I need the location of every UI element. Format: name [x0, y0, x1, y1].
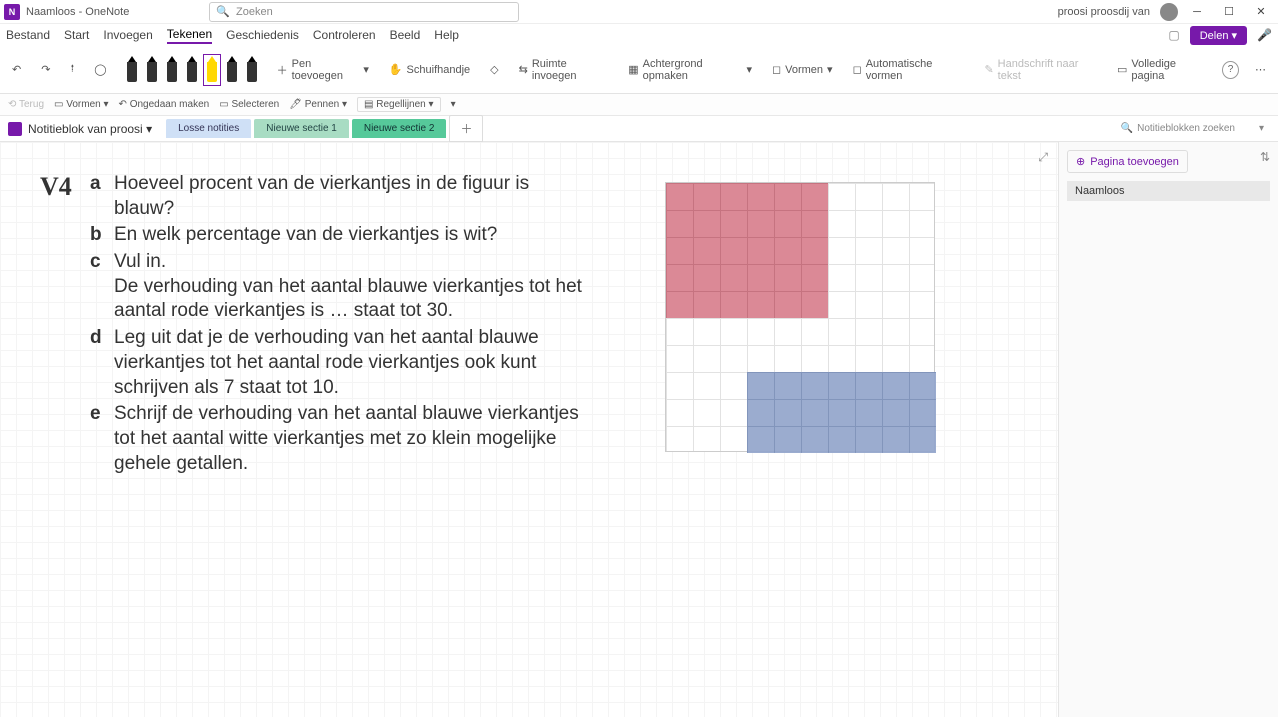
item-letter-a: a	[90, 172, 114, 221]
avatar[interactable]	[1160, 3, 1178, 21]
full-page-button[interactable]: ▭ Volledige pagina	[1113, 56, 1210, 84]
pen-gallery	[123, 56, 261, 84]
undo-button[interactable]: ↶	[8, 61, 25, 78]
qbar-pens[interactable]: 🖊 Pennen ▾	[289, 99, 347, 110]
lasso-button[interactable]: ◯	[90, 61, 110, 78]
item-letter-b: b	[90, 223, 114, 248]
menu-beeld[interactable]: Beeld	[390, 28, 421, 42]
eraser-button[interactable]: ◇	[486, 61, 502, 78]
menu-controleren[interactable]: Controleren	[313, 28, 376, 42]
question-number: V4	[40, 172, 90, 478]
page-list-panel: ⊕ Pagina toevoegen ⇅ Naamloos	[1058, 142, 1278, 717]
item-letter-c: c	[90, 250, 114, 324]
item-text-c: Vul in. De verhouding van het aantal bla…	[114, 250, 584, 324]
search-placeholder: Zoeken	[236, 6, 273, 18]
item-text-a: Hoeveel procent van de vierkantjes in de…	[114, 172, 584, 221]
qbar-undo[interactable]: ↶ Ongedaan maken	[119, 99, 210, 110]
more-button[interactable]: ⋯	[1251, 61, 1270, 78]
qbar-select[interactable]: ▭ Selecteren	[219, 99, 279, 110]
insert-space-button[interactable]: ⇆ Ruimte invoegen	[515, 56, 613, 84]
notebook-title[interactable]: Notitieblok van proosi ▾	[28, 122, 152, 136]
add-page-button[interactable]: ⊕ Pagina toevoegen	[1067, 150, 1188, 173]
title-bar: N Naamloos - OneNote 🔍 Zoeken proosi pro…	[0, 0, 1278, 24]
blue-block	[747, 372, 936, 453]
ink-to-text-button: ✎ Handschrift naar tekst	[980, 56, 1101, 84]
menu-tekenen[interactable]: Tekenen	[167, 27, 212, 44]
item-letter-d: d	[90, 326, 114, 400]
item-text-b: En welk percentage van de vierkantjes is…	[114, 223, 584, 248]
notebook-bar: Notitieblok van proosi ▾ Losse notities …	[0, 116, 1278, 142]
window-layout-icon[interactable]: ▢	[1168, 28, 1179, 42]
filter-icon[interactable]: ⇅	[1260, 150, 1270, 164]
menu-help[interactable]: Help	[434, 28, 459, 42]
qbar-more[interactable]: ▾	[451, 99, 456, 110]
share-button[interactable]: Delen ▾	[1190, 26, 1247, 45]
shapes-button[interactable]: ◻ Vormen ▾	[768, 61, 837, 78]
pen-purple[interactable]	[225, 56, 239, 84]
pan-button[interactable]: ✋ Schuifhandje	[385, 61, 474, 78]
section-tab-2[interactable]: Nieuwe sectie 1	[254, 119, 349, 138]
menu-bestand[interactable]: Bestand	[6, 28, 50, 42]
add-pen-button[interactable]: ＋ Pen toevoegen ▾	[273, 56, 373, 84]
main-area: ⤢ V4 aHoeveel procent van de vierkantjes…	[0, 142, 1278, 717]
page-item[interactable]: Naamloos	[1067, 181, 1270, 201]
pen-blue[interactable]	[165, 56, 179, 84]
notebook-search[interactable]: 🔍 Notitieblokken zoeken ▾	[1121, 123, 1270, 134]
page-canvas[interactable]: ⤢ V4 aHoeveel procent van de vierkantjes…	[0, 142, 1058, 717]
auto-shapes-button[interactable]: ◻ Automatische vormen	[849, 56, 969, 84]
item-letter-e: e	[90, 402, 114, 476]
quick-access-bar: ⟲ Terug ▭ Vormen ▾ ↶ Ongedaan maken ▭ Se…	[0, 94, 1278, 116]
ribbon: ↶ ↷ ⭫ ◯ ＋ Pen toevoegen ▾ ✋ Schuifhandje…	[0, 46, 1278, 94]
item-text-d: Leg uit dat je de verhouding van het aan…	[114, 326, 584, 400]
pen-pink[interactable]	[245, 56, 259, 84]
redo-button[interactable]: ↷	[37, 61, 54, 78]
notebook-icon	[8, 122, 22, 136]
search-icon: 🔍	[216, 5, 230, 18]
background-button[interactable]: ▦ Achtergrond opmaken ▾	[624, 56, 756, 84]
maximize-button[interactable]: ☐	[1216, 2, 1242, 22]
search-input[interactable]: 🔍 Zoeken	[209, 2, 519, 22]
pen-black[interactable]	[125, 56, 139, 84]
section-tab-1[interactable]: Losse notities	[166, 119, 251, 138]
grid-figure	[665, 182, 935, 452]
add-section-button[interactable]: ＋	[449, 115, 483, 142]
pen-green[interactable]	[185, 56, 199, 84]
menu-geschiedenis[interactable]: Geschiedenis	[226, 28, 299, 42]
window-title: Naamloos - OneNote	[26, 6, 129, 18]
user-name: proosi proosdij van	[1058, 6, 1150, 18]
qbar-ruled-lines[interactable]: ▤ Regellijnen ▾	[357, 97, 441, 112]
section-tab-3[interactable]: Nieuwe sectie 2	[352, 119, 447, 138]
expand-icon[interactable]: ⤢	[1038, 150, 1048, 165]
pointer-button[interactable]: ⭫	[66, 58, 78, 81]
menu-invoegen[interactable]: Invoegen	[103, 28, 152, 42]
help-icon[interactable]: ?	[1222, 61, 1239, 79]
menu-start[interactable]: Start	[64, 28, 89, 42]
qbar-back: ⟲ Terug	[8, 99, 44, 110]
mic-icon[interactable]: 🎤	[1257, 28, 1272, 42]
pen-red[interactable]	[145, 56, 159, 84]
menu-bar: Bestand Start Invoegen Tekenen Geschiede…	[0, 24, 1278, 46]
red-block	[666, 183, 828, 318]
qbar-shapes[interactable]: ▭ Vormen ▾	[54, 99, 109, 110]
minimize-button[interactable]: ─	[1184, 2, 1210, 22]
item-text-e: Schrijf de verhouding van het aantal bla…	[114, 402, 584, 476]
close-button[interactable]: ✕	[1248, 2, 1274, 22]
pen-yellow-highlighter[interactable]	[205, 56, 219, 84]
app-icon: N	[4, 4, 20, 20]
